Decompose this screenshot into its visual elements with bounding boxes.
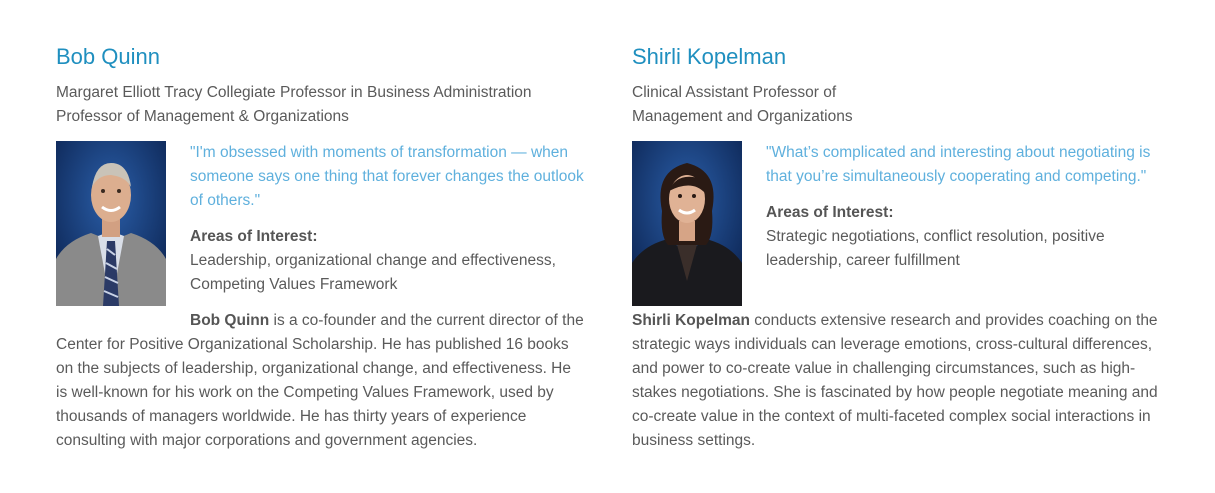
bio-name: Shirli Kopelman <box>632 312 750 329</box>
profile-titles: Clinical Assistant Professor of Manageme… <box>632 81 1162 129</box>
profile-title-line2: Management and Organizations <box>632 108 853 125</box>
bio-name: Bob Quinn <box>190 312 270 329</box>
profile-quote: "I'm obsessed with moments of transforma… <box>190 144 584 209</box>
bio-text: is a co-founder and the current director… <box>56 312 584 449</box>
portrait-woman-icon <box>632 141 742 306</box>
profile-photo <box>56 141 166 306</box>
profile-title-line1: Clinical Assistant Professor of <box>632 84 837 101</box>
profile-titles: Margaret Elliott Tracy Collegiate Profes… <box>56 81 586 129</box>
bio-text: conducts extensive research and provides… <box>632 312 1158 449</box>
areas-of-interest-text: Leadership, organizational change and ef… <box>190 252 556 293</box>
areas-of-interest-heading: Areas of Interest: <box>766 204 894 221</box>
profile-title-line2: Professor of Management & Organizations <box>56 108 349 125</box>
profile-title-line1: Margaret Elliott Tracy Collegiate Profes… <box>56 84 532 101</box>
profile-photo <box>632 141 742 306</box>
profile-quote: "What’s complicated and interesting abou… <box>766 144 1151 185</box>
profile-aside: "What’s complicated and interesting abou… <box>766 141 1162 273</box>
profile-name[interactable]: Bob Quinn <box>56 43 160 71</box>
profile-name[interactable]: Shirli Kopelman <box>632 43 786 71</box>
profile-bio: Shirli Kopelman conducts extensive resea… <box>632 309 1162 453</box>
profile-aside: "I'm obsessed with moments of transforma… <box>190 141 586 297</box>
portrait-man-icon <box>56 141 166 306</box>
areas-of-interest-text: Strategic negotiations, conflict resolut… <box>766 228 1105 269</box>
profile-bio: Bob Quinn is a co-founder and the curren… <box>56 309 586 453</box>
areas-of-interest-heading: Areas of Interest: <box>190 228 318 245</box>
